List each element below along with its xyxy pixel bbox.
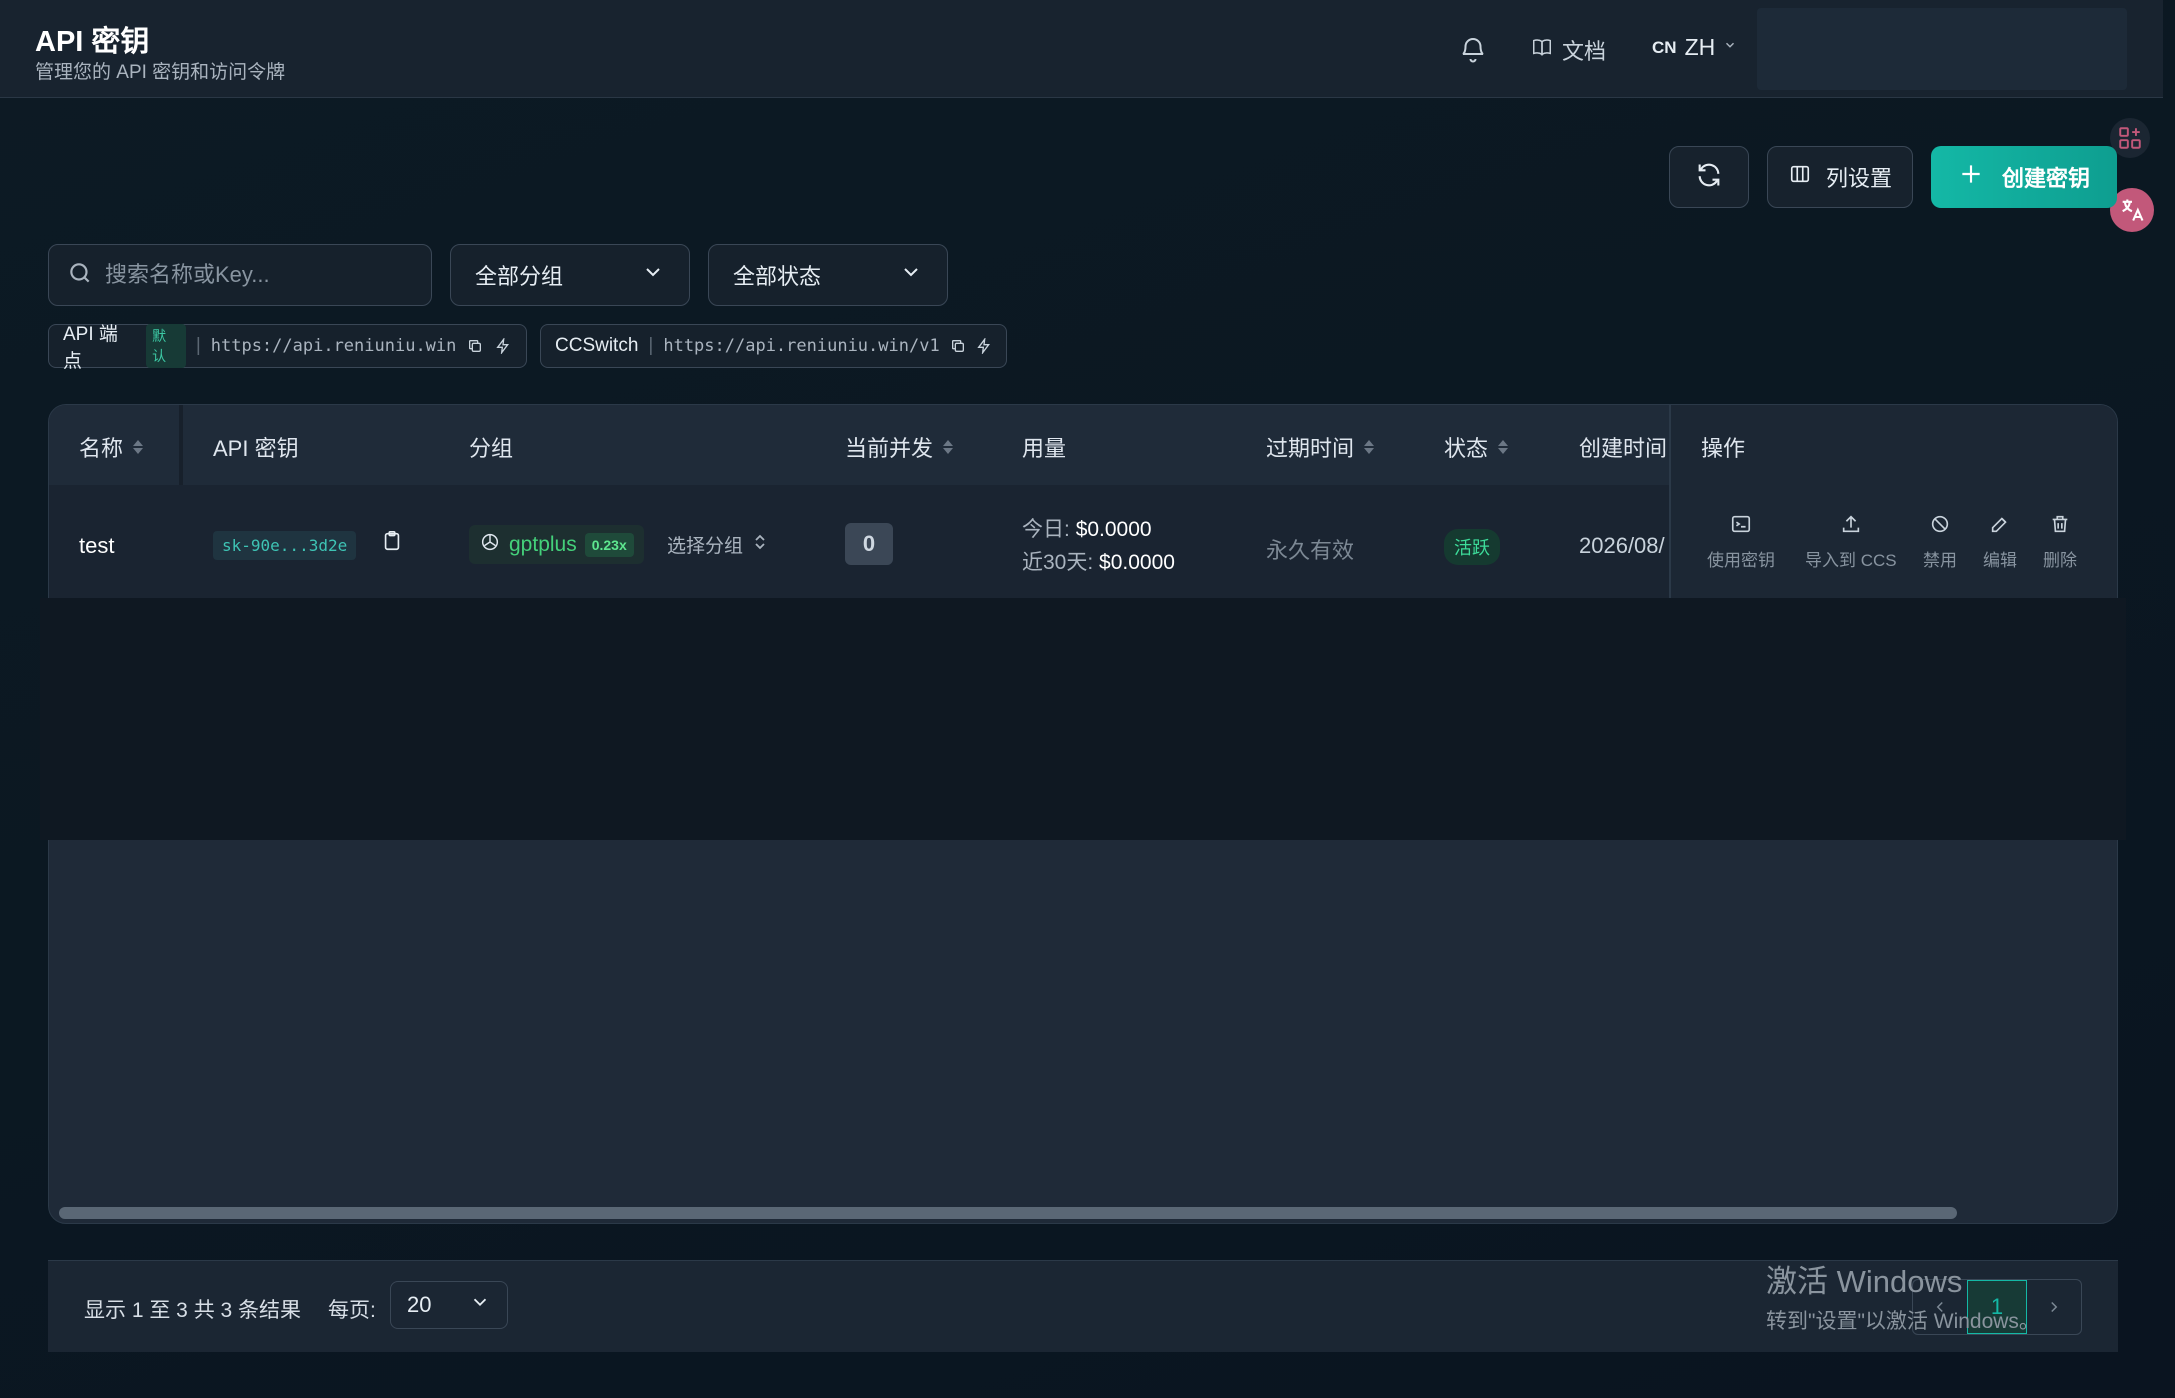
key-name: test: [79, 533, 115, 558]
status-badge: 活跃: [1444, 529, 1500, 565]
watermark-line2: 转到"设置"以激活 Windows。: [1766, 1310, 2040, 1333]
endpoint-url: https://api.reniuniu.win: [210, 336, 457, 356]
refresh-icon: [1695, 161, 1723, 194]
page-subtitle: 管理您的 API 密钥和访问令牌: [35, 62, 286, 83]
chevron-updown-icon: [753, 533, 767, 557]
group-filter-select[interactable]: 全部分组: [450, 244, 690, 306]
user-menu[interactable]: [1757, 8, 2127, 90]
loading-overlay: [40, 598, 2126, 840]
group-name: gptplus: [509, 532, 577, 556]
page-title: API 密钥: [35, 26, 150, 58]
use-key-button[interactable]: 使用密钥: [1707, 513, 1775, 571]
endpoint-name: API 端点: [63, 324, 118, 372]
usage-today-value: $0.0000: [1075, 518, 1152, 541]
usage-cell: 今日: $0.0000 近30天: $0.0000: [1022, 513, 1175, 579]
api-endpoint-chip: API 端点 默认 | https://api.reniuniu.win: [48, 324, 527, 372]
group-chip[interactable]: gptplus 0.23x: [469, 525, 644, 564]
edit-icon: [1989, 513, 2011, 540]
docs-label: 文档: [1562, 39, 1607, 64]
concurrency-value: 0: [845, 523, 893, 565]
trash-icon: [2049, 513, 2071, 540]
chevron-down-icon: [899, 260, 923, 290]
column-header-concurrency[interactable]: 当前并发: [845, 431, 954, 463]
docs-link[interactable]: 文档: [1530, 34, 1606, 66]
horizontal-scrollbar[interactable]: [59, 1207, 1957, 1219]
openai-icon: [479, 531, 501, 558]
search-box[interactable]: [48, 244, 432, 306]
usage-30d-label: 近30天:: [1022, 551, 1094, 574]
search-icon: [67, 260, 93, 291]
per-page-select[interactable]: 20: [390, 1281, 508, 1329]
import-ccs-button[interactable]: 导入到 CCS: [1805, 513, 1897, 571]
separator: |: [195, 335, 201, 356]
status-filter-value: 全部状态: [733, 264, 822, 289]
column-settings-label: 列设置: [1825, 166, 1892, 191]
endpoint-name: CCSwitch: [555, 335, 639, 356]
expire-value: 永久有效: [1266, 538, 1355, 563]
columns-icon: [1788, 163, 1812, 191]
chevron-down-icon: [469, 1291, 491, 1319]
choose-group-button[interactable]: 选择分组: [667, 531, 767, 558]
clipboard-icon[interactable]: [381, 529, 403, 558]
column-header-group: 分组: [469, 436, 514, 461]
separator: |: [648, 335, 654, 356]
edit-button[interactable]: 编辑: [1983, 513, 2017, 571]
create-key-button[interactable]: 创建密钥: [1931, 146, 2117, 208]
lightning-icon[interactable]: [976, 337, 992, 355]
column-header-actions: 操作: [1701, 436, 1746, 461]
group-filter-value: 全部分组: [475, 264, 564, 289]
result-count: 显示 1 至 3 共 3 条结果: [84, 1299, 302, 1322]
lang-code: CN: [1652, 37, 1677, 57]
disable-button[interactable]: 禁用: [1923, 513, 1957, 571]
copy-icon[interactable]: [950, 337, 966, 355]
per-page-value: 20: [407, 1292, 432, 1317]
sort-icon: [943, 440, 954, 454]
usage-today-label: 今日:: [1022, 518, 1070, 541]
ban-icon: [1929, 513, 1951, 540]
actions-column: 操作 使用密钥 导入到 CCS 禁用 编辑 删除: [1669, 405, 2117, 603]
refresh-button[interactable]: [1669, 146, 1749, 208]
column-header-key: API 密钥: [213, 436, 299, 461]
search-input[interactable]: [105, 262, 405, 288]
created-value: 2026/08/: [1579, 533, 1665, 558]
column-header-usage: 用量: [1022, 436, 1067, 461]
column-header-status[interactable]: 状态: [1444, 431, 1509, 463]
column-header-created: 创建时间: [1579, 436, 1668, 461]
chevron-right-icon: [2051, 1301, 2058, 1313]
endpoint-url: https://api.reniuniu.win/v1: [663, 336, 940, 356]
delete-button[interactable]: 删除: [2043, 513, 2077, 571]
sort-icon: [1364, 440, 1375, 454]
upload-icon: [1840, 513, 1862, 540]
column-settings-button[interactable]: 列设置: [1767, 146, 1913, 208]
column-header-expire[interactable]: 过期时间: [1266, 431, 1375, 463]
create-key-label: 创建密钥: [2001, 166, 2090, 191]
sort-icon: [1498, 440, 1509, 454]
watermark-line1: 激活 Windows: [1766, 1264, 1963, 1299]
plus-icon: [1958, 161, 1984, 193]
status-filter-select[interactable]: 全部状态: [708, 244, 948, 306]
chevron-down-icon: [641, 260, 665, 290]
choose-group-label: 选择分组: [667, 536, 744, 557]
book-icon: [1530, 36, 1554, 64]
windows-activation-watermark: 激活 Windows 转到"设置"以激活 Windows。: [1766, 1256, 2040, 1335]
lightning-icon[interactable]: [494, 337, 512, 355]
per-page-label: 每页:: [328, 1299, 376, 1322]
rate-badge: 0.23x: [584, 532, 634, 557]
language-switcher[interactable]: CN ZH: [1652, 34, 1737, 61]
top-bar: API 密钥 管理您的 API 密钥和访问令牌 文档 CN ZH: [0, 0, 2163, 98]
chevron-down-icon: [1723, 38, 1737, 57]
lang-label: ZH: [1684, 34, 1716, 60]
ccswitch-endpoint-chip: CCSwitch | https://api.reniuniu.win/v1: [540, 324, 1007, 368]
api-key-value[interactable]: sk-90e...3d2e: [213, 531, 357, 560]
copy-icon[interactable]: [466, 337, 484, 355]
usage-30d-value: $0.0000: [1099, 551, 1175, 574]
terminal-icon: [1730, 513, 1752, 540]
default-badge: 默认: [146, 324, 186, 368]
bell-icon[interactable]: [1458, 33, 1488, 65]
